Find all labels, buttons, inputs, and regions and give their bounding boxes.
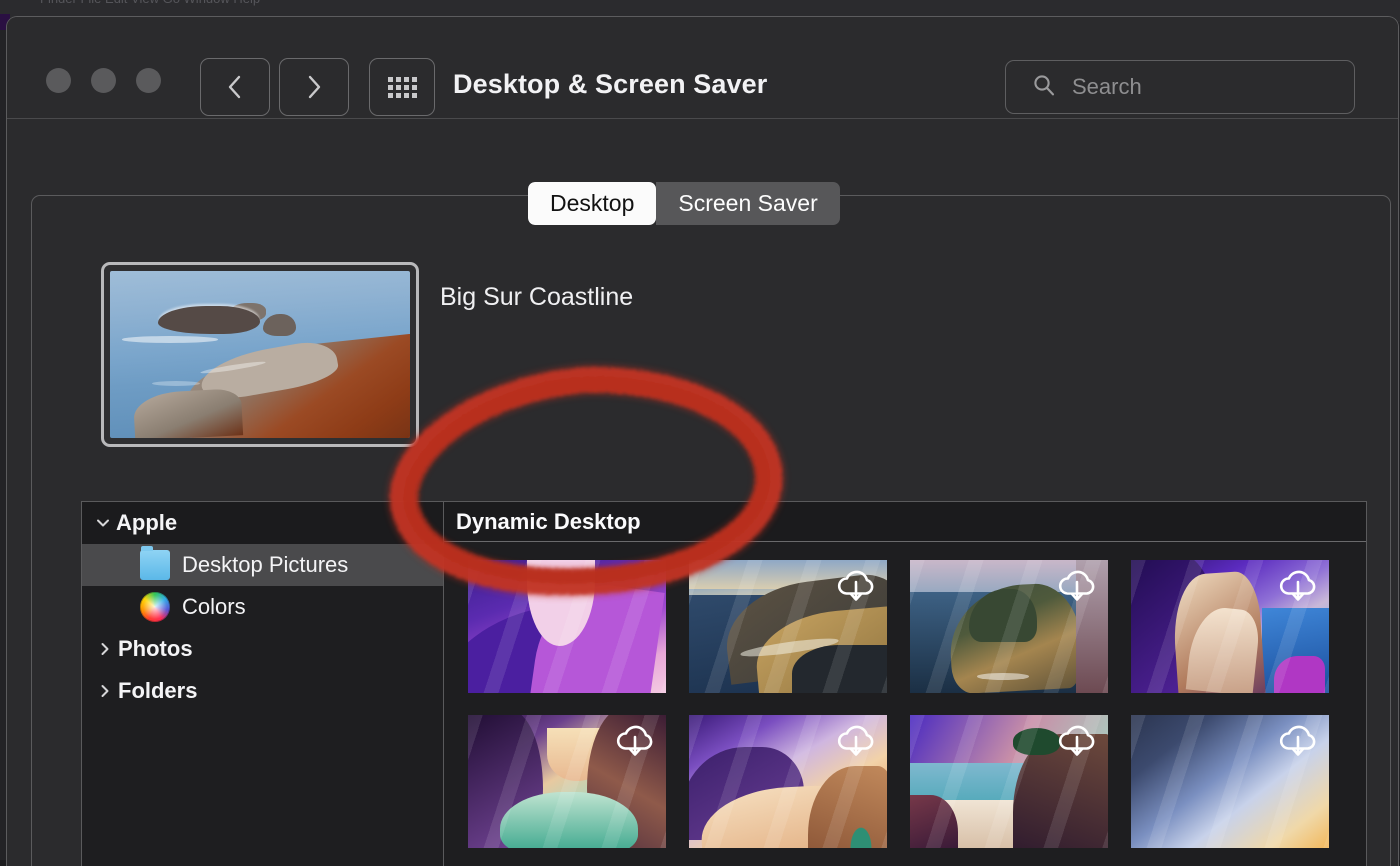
sidebar-item-desktop-pictures[interactable]: Desktop Pictures [82, 544, 443, 586]
wallpaper-thumbnail[interactable] [689, 715, 887, 848]
chevron-left-icon [227, 73, 243, 101]
wallpaper-thumbnail[interactable] [1131, 560, 1329, 693]
system-preferences-window: Desktop & Screen Saver Desktop Screen Sa… [6, 16, 1399, 866]
wallpaper-thumbnail[interactable] [910, 715, 1108, 848]
sidebar-item-label: Desktop Pictures [182, 552, 348, 578]
sidebar-item-colors[interactable]: Colors [82, 586, 443, 628]
sidebar-item-label: Apple [116, 510, 177, 536]
current-wallpaper-name: Big Sur Coastline [440, 283, 633, 312]
sidebar-item-folders[interactable]: Folders [82, 670, 443, 712]
cloud-download-icon[interactable] [835, 568, 877, 609]
big-sur-coastline-image [110, 271, 410, 438]
dynamic-stripes-overlay [468, 560, 666, 693]
sidebar-item-apple[interactable]: Apple [82, 502, 443, 544]
back-button[interactable] [200, 58, 270, 116]
sidebar-item-photos[interactable]: Photos [82, 628, 443, 670]
chevron-right-icon[interactable] [92, 682, 118, 700]
tab-screen-saver[interactable]: Screen Saver [656, 182, 839, 225]
forward-button[interactable] [279, 58, 349, 116]
show-all-button[interactable] [369, 58, 435, 116]
cloud-download-icon[interactable] [835, 723, 877, 764]
folder-icon [140, 550, 170, 580]
chevron-right-icon[interactable] [92, 640, 118, 658]
menu-bar-ghost-text: Finder File Edit View Go Window Help [40, 0, 260, 6]
tab-desktop[interactable]: Desktop [528, 182, 656, 225]
wallpaper-thumbnail[interactable] [689, 560, 887, 693]
chevron-right-icon [306, 73, 322, 101]
wallpaper-thumbnail[interactable] [910, 560, 1108, 693]
search-field[interactable] [1005, 60, 1355, 114]
search-input[interactable] [1072, 74, 1322, 100]
current-wallpaper-preview[interactable] [101, 262, 419, 447]
traffic-lights [46, 68, 161, 93]
search-icon [1032, 73, 1056, 102]
desktop-tab-panel: Big Sur Coastline Apple Desktop Pictures… [31, 195, 1391, 866]
sidebar-item-label: Colors [182, 594, 246, 620]
grid-section-header: Dynamic Desktop [444, 502, 1366, 542]
close-button[interactable] [46, 68, 71, 93]
wallpaper-grid-panel: Dynamic Desktop [443, 501, 1367, 866]
minimize-button[interactable] [91, 68, 116, 93]
wallpaper-thumbnail[interactable] [468, 560, 666, 693]
show-all-icon [388, 77, 417, 98]
color-wheel-icon [140, 592, 170, 622]
sidebar-item-label: Photos [118, 636, 193, 662]
wallpaper-source-list[interactable]: Apple Desktop Pictures Colors Photos [81, 501, 443, 866]
wallpaper-thumbnail[interactable] [1131, 715, 1329, 848]
cloud-download-icon[interactable] [1277, 568, 1319, 609]
sidebar-item-label: Folders [118, 678, 197, 704]
zoom-button[interactable] [136, 68, 161, 93]
page-title: Desktop & Screen Saver [453, 69, 767, 100]
chevron-down-icon[interactable] [90, 514, 116, 532]
window-titlebar: Desktop & Screen Saver [7, 17, 1398, 119]
tab-bar: Desktop Screen Saver [528, 182, 840, 225]
cloud-download-icon[interactable] [1277, 723, 1319, 764]
cloud-download-icon[interactable] [1056, 568, 1098, 609]
wallpaper-thumbnail-grid [444, 542, 1366, 848]
cloud-download-icon[interactable] [1056, 723, 1098, 764]
wallpaper-thumbnail[interactable] [468, 715, 666, 848]
cloud-download-icon[interactable] [614, 723, 656, 764]
